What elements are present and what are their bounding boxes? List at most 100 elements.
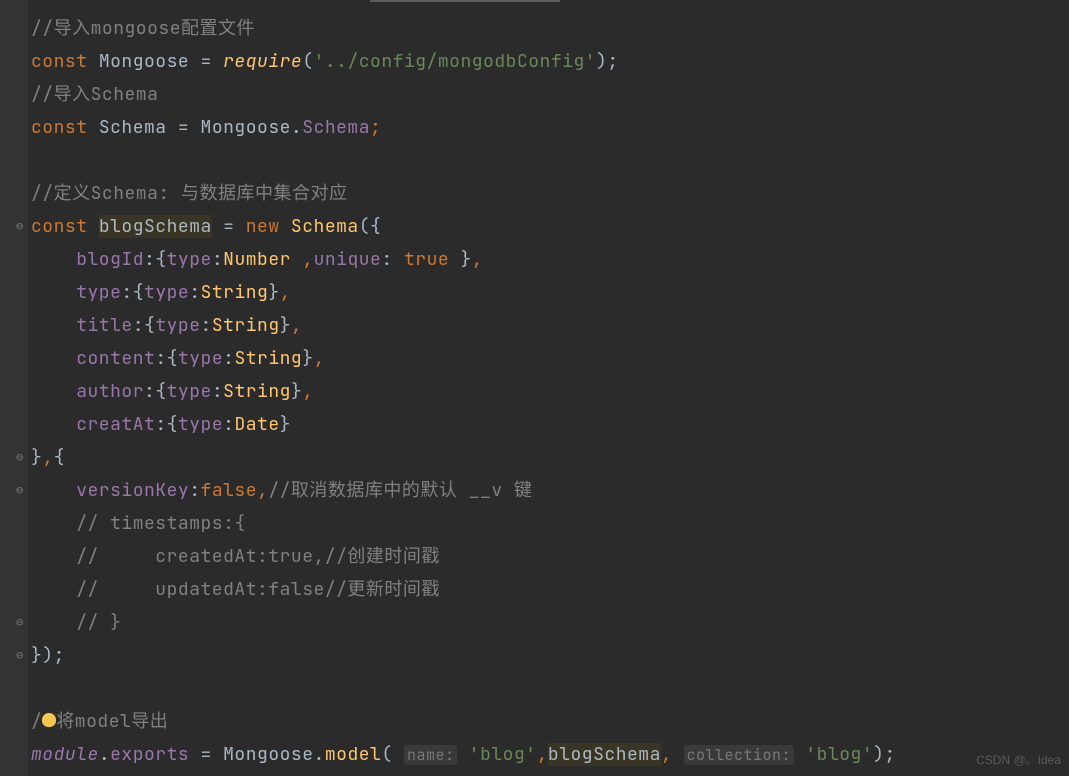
code-token bbox=[794, 743, 805, 766]
code-line[interactable]: // createdAt:true,//创建时间戳 bbox=[31, 540, 1069, 573]
code-token: //定义Schema: 与数据库中集合对应 bbox=[31, 182, 348, 205]
code-token: //导入Schema bbox=[31, 83, 158, 106]
code-line[interactable]: author:{type:String}, bbox=[31, 375, 1069, 408]
code-token: ); bbox=[873, 743, 896, 766]
code-token: //取消数据库中的默认 __v 键 bbox=[268, 479, 532, 502]
horizontal-scrollbar-track[interactable] bbox=[0, 0, 1069, 2]
code-token: unique bbox=[314, 248, 382, 271]
code-token: 'blog' bbox=[805, 743, 873, 766]
fold-marker-icon[interactable]: ⊖ bbox=[16, 606, 23, 639]
code-token: } bbox=[460, 248, 471, 271]
code-area[interactable]: //导入mongoose配置文件const Mongoose = require… bbox=[28, 0, 1069, 776]
code-line[interactable]: // timestamps:{ bbox=[31, 507, 1069, 540]
code-token bbox=[31, 281, 76, 304]
code-token: Schema bbox=[291, 215, 359, 238]
intention-bulb-icon[interactable] bbox=[42, 713, 56, 727]
code-line[interactable]: type:{type:String}, bbox=[31, 276, 1069, 309]
code-line[interactable]: versionKey:false,//取消数据库中的默认 __v 键 bbox=[31, 474, 1069, 507]
code-token: : bbox=[212, 248, 223, 271]
code-token: '../config/mongodbConfig' bbox=[314, 50, 597, 73]
code-line[interactable]: // } bbox=[31, 606, 1069, 639]
code-token: , bbox=[291, 314, 302, 337]
code-line[interactable]: },{ bbox=[31, 441, 1069, 474]
parameter-hint: name: bbox=[404, 745, 458, 765]
code-token: ; bbox=[370, 116, 381, 139]
code-token: type bbox=[178, 413, 223, 436]
code-token: / bbox=[31, 710, 42, 733]
code-token: author bbox=[76, 380, 144, 403]
code-token: { bbox=[54, 446, 65, 469]
code-token: } bbox=[31, 446, 42, 469]
code-token: type bbox=[76, 281, 121, 304]
code-line[interactable]: const Schema = Mongoose.Schema; bbox=[31, 111, 1069, 144]
code-token: : bbox=[223, 413, 234, 436]
code-line[interactable]: }); bbox=[31, 639, 1069, 672]
code-line[interactable]: content:{type:String}, bbox=[31, 342, 1069, 375]
code-token: :{ bbox=[144, 248, 167, 271]
editor-gutter[interactable]: ⊖⊖⊖⊖⊖ bbox=[0, 0, 28, 776]
code-token: : bbox=[189, 479, 200, 502]
fold-marker-icon[interactable]: ⊖ bbox=[16, 639, 23, 672]
code-token: type bbox=[178, 347, 223, 370]
code-token: String bbox=[234, 347, 302, 370]
code-token: require bbox=[223, 50, 302, 73]
code-token: , bbox=[537, 743, 548, 766]
code-token: model bbox=[325, 743, 382, 766]
code-token bbox=[457, 743, 468, 766]
code-token: ( bbox=[302, 50, 313, 73]
code-line[interactable] bbox=[31, 672, 1069, 705]
code-token bbox=[31, 413, 76, 436]
code-token: : bbox=[212, 380, 223, 403]
code-token: = bbox=[201, 50, 224, 73]
code-token: creatAt bbox=[76, 413, 155, 436]
code-line[interactable]: // updatedAt:false//更新时间戳 bbox=[31, 573, 1069, 606]
horizontal-scrollbar-thumb[interactable] bbox=[370, 0, 560, 2]
code-token bbox=[31, 380, 76, 403]
code-token: title bbox=[76, 314, 133, 337]
code-token: // } bbox=[31, 611, 121, 634]
code-token bbox=[31, 248, 76, 271]
code-token: ({ bbox=[359, 215, 382, 238]
code-line[interactable]: creatAt:{type:Date} bbox=[31, 408, 1069, 441]
code-line[interactable]: module.exports = Mongoose.model( name: '… bbox=[31, 738, 1069, 771]
code-token: }); bbox=[31, 644, 65, 667]
code-line[interactable]: //导入Schema bbox=[31, 78, 1069, 111]
fold-marker-icon[interactable]: ⊖ bbox=[16, 474, 23, 507]
code-token: :{ bbox=[155, 413, 178, 436]
code-token: type bbox=[144, 281, 189, 304]
code-line[interactable]: blogId:{type:Number ,unique: true }, bbox=[31, 243, 1069, 276]
code-editor[interactable]: ⊖⊖⊖⊖⊖ //导入mongoose配置文件const Mongoose = r… bbox=[0, 0, 1069, 776]
code-token: :{ bbox=[144, 380, 167, 403]
code-token: , bbox=[302, 380, 313, 403]
code-line[interactable]: //导入mongoose配置文件 bbox=[31, 12, 1069, 45]
code-token: : bbox=[189, 281, 200, 304]
code-token: // timestamps:{ bbox=[31, 512, 246, 535]
code-line[interactable]: //定义Schema: 与数据库中集合对应 bbox=[31, 177, 1069, 210]
code-token: , bbox=[302, 248, 313, 271]
code-line[interactable]: const blogSchema = new Schema({ bbox=[31, 210, 1069, 243]
code-token: : bbox=[223, 347, 234, 370]
fold-marker-icon[interactable]: ⊖ bbox=[16, 441, 23, 474]
code-line[interactable]: title:{type:String}, bbox=[31, 309, 1069, 342]
code-token: : bbox=[201, 314, 212, 337]
code-token: String bbox=[201, 281, 269, 304]
code-token: , bbox=[661, 743, 672, 766]
code-token: } bbox=[291, 380, 302, 403]
code-token: } bbox=[268, 281, 279, 304]
code-token: blogSchema bbox=[548, 743, 661, 766]
fold-marker-icon[interactable]: ⊖ bbox=[16, 210, 23, 243]
code-token bbox=[31, 314, 76, 337]
code-token: : bbox=[381, 248, 404, 271]
code-line[interactable] bbox=[31, 144, 1069, 177]
code-token: const bbox=[31, 116, 99, 139]
code-token: String bbox=[212, 314, 280, 337]
code-token: 将model导出 bbox=[56, 710, 168, 733]
code-token: :{ bbox=[121, 281, 144, 304]
code-line[interactable]: const Mongoose = require('../config/mong… bbox=[31, 45, 1069, 78]
code-token: Mongoose bbox=[99, 50, 201, 73]
code-token: blogId bbox=[76, 248, 144, 271]
code-token: , bbox=[280, 281, 291, 304]
code-token: } bbox=[280, 413, 291, 436]
code-line[interactable]: / 将model导出 bbox=[31, 705, 1069, 738]
watermark-text: CSDN @。Idea bbox=[976, 751, 1061, 768]
